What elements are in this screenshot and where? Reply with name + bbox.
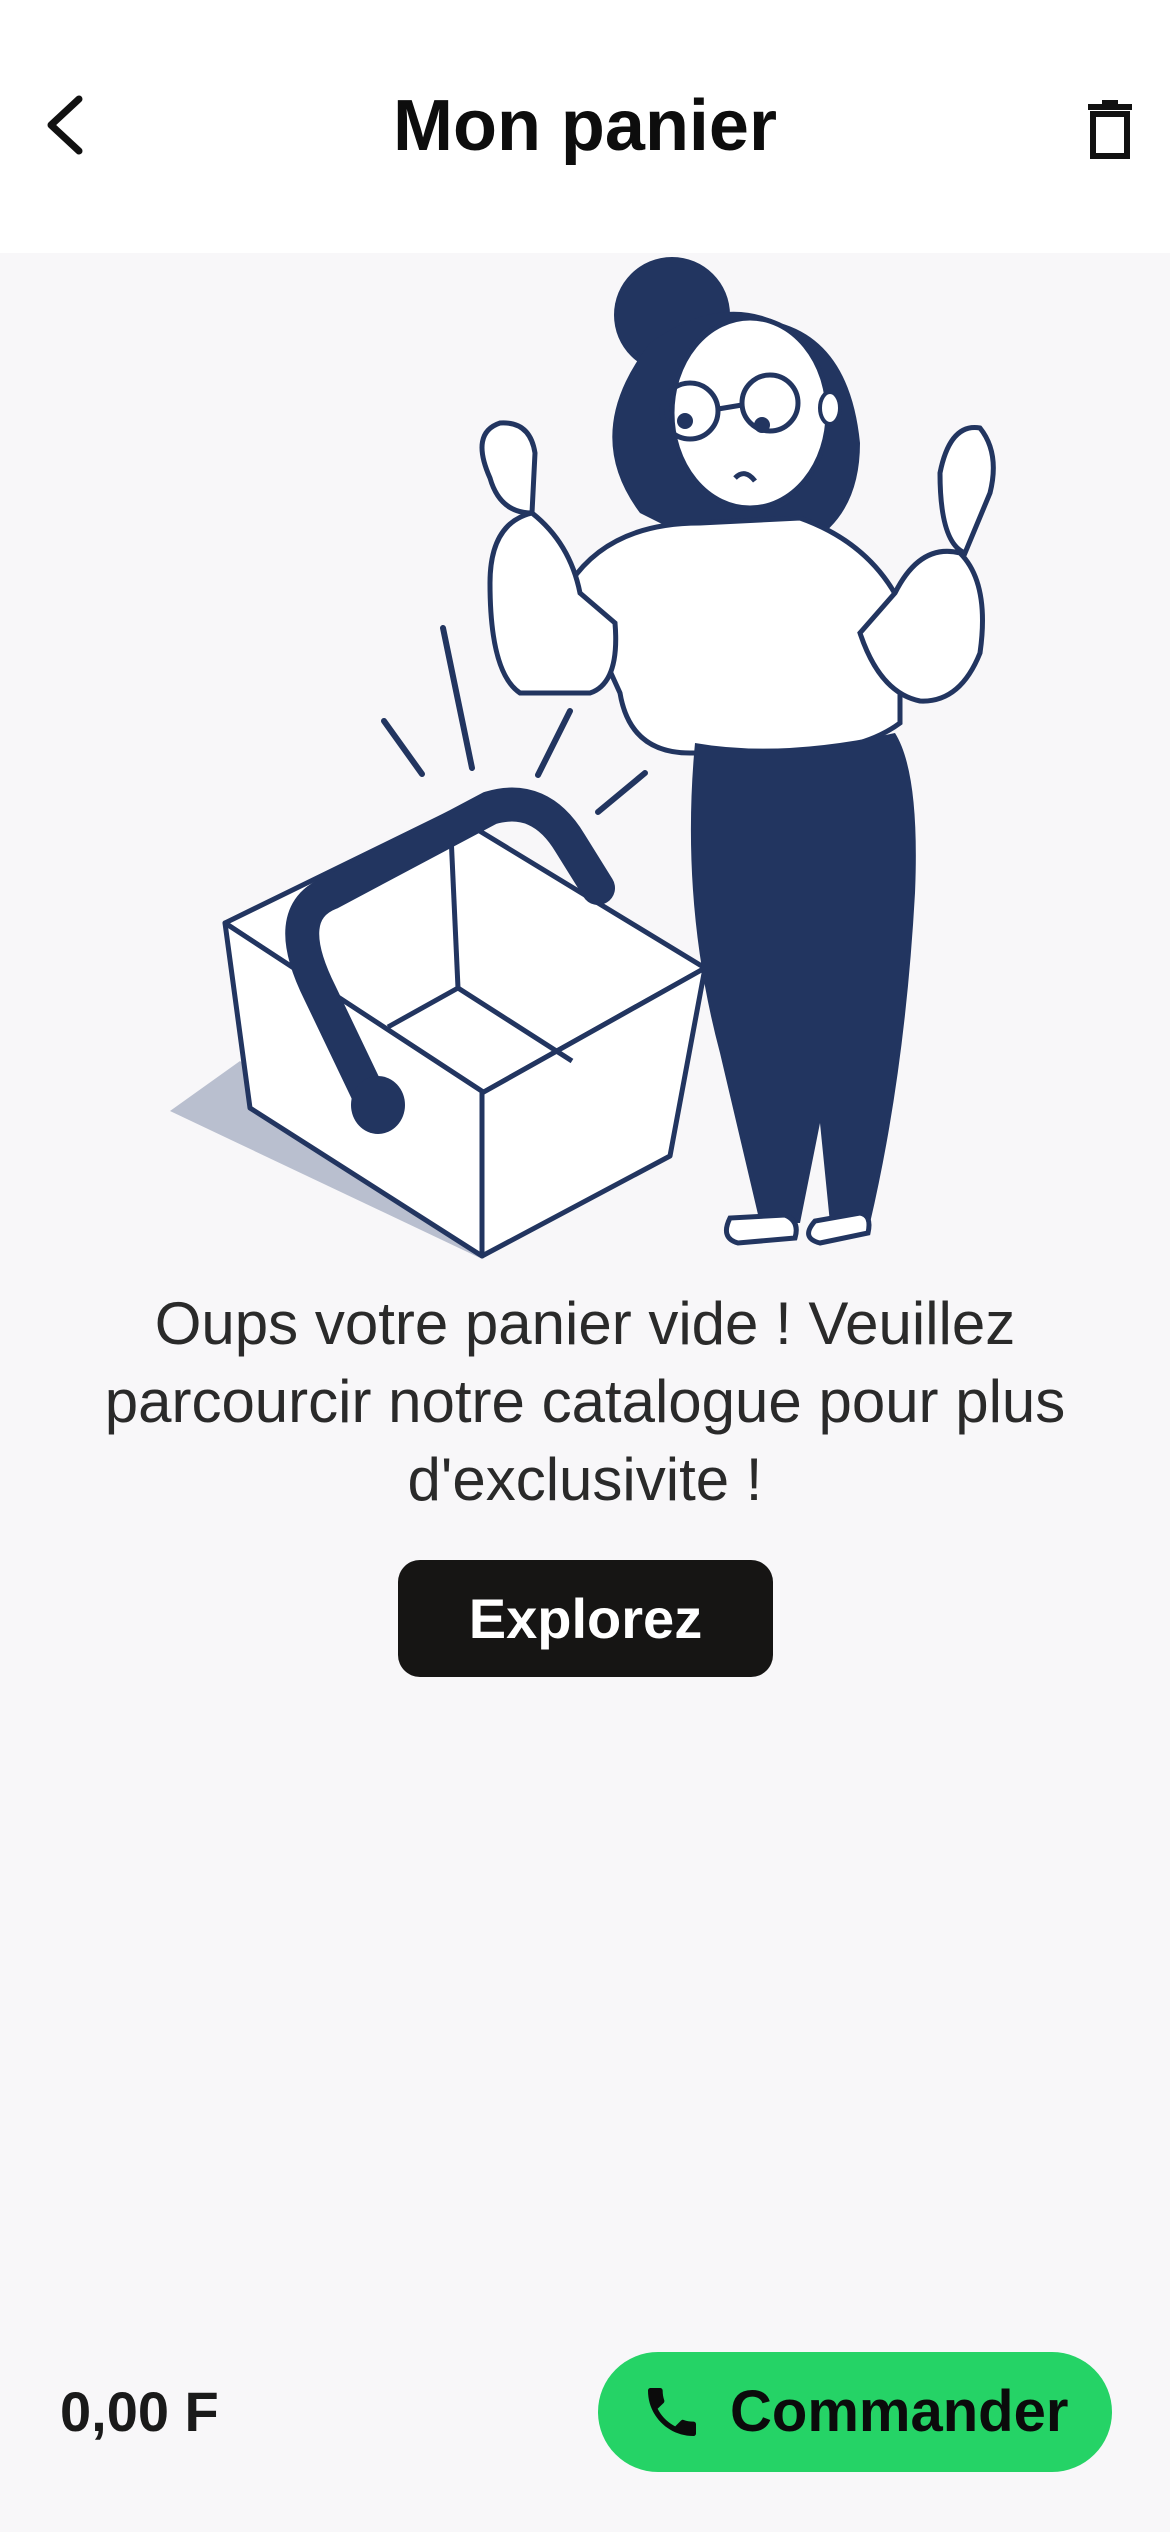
basket (222, 810, 708, 1259)
empty-cart-message: Oups votre panier vide ! Veuillez parcou… (104, 1290, 1066, 1513)
phone-icon (648, 2388, 696, 2436)
order-button-label: Commander (730, 2379, 1069, 2444)
trash-icon (1088, 100, 1132, 159)
order-button[interactable]: Commander (598, 2352, 1112, 2472)
top-bar: Mon panier (0, 0, 1170, 253)
empty-cart-illustration (170, 257, 996, 1259)
clear-cart-button[interactable] (1070, 85, 1150, 175)
cart-total: 0,00 F (60, 2380, 219, 2443)
explore-button[interactable]: Explorez (398, 1560, 773, 1677)
page-title: Mon panier (392, 86, 777, 166)
